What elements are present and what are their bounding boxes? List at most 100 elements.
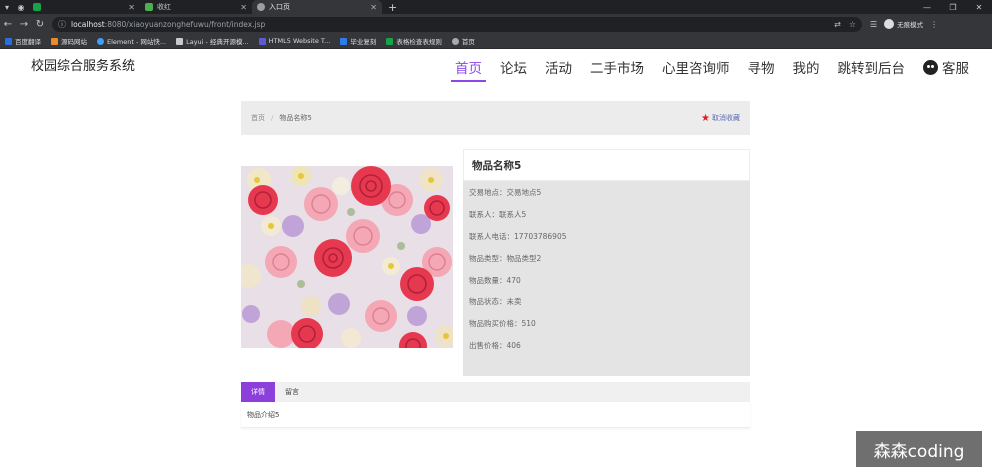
bookmark-item[interactable]: 百度翻译	[5, 36, 41, 46]
bookmark-favicon	[51, 37, 58, 45]
field-purchase-price: 物品购买价格：510	[469, 318, 536, 329]
close-tab-icon[interactable]: ✕	[240, 3, 247, 12]
main-nav: 首页 论坛 活动 二手市场 心里咨询师 寻物 我的 跳转到后台 客服	[451, 57, 987, 82]
tab-favicon	[33, 3, 41, 11]
breadcrumb-separator: /	[271, 114, 274, 122]
nav-item-home[interactable]: 首页	[451, 57, 486, 82]
field-value: 406	[506, 341, 521, 350]
browser-tab-2[interactable]: 收红 ✕	[140, 0, 252, 14]
field-value: 470	[506, 276, 521, 285]
bookmark-item[interactable]: Element - 网站快...	[97, 36, 166, 46]
item-name: 物品名称5	[463, 149, 750, 181]
field-label: 联系人：	[469, 210, 499, 219]
bookmark-star-icon[interactable]: ☆	[849, 20, 856, 29]
reload-icon[interactable]: ↻	[32, 19, 48, 30]
field-label: 联系人电话：	[469, 232, 514, 241]
bookmark-favicon	[258, 37, 266, 45]
nav-item-counselor[interactable]: 心里咨询师	[662, 57, 730, 77]
field-label: 物品类型：	[469, 254, 507, 263]
detail-content: 物品介绍5	[241, 402, 750, 428]
browser-toolbar: ← → ↻ ⓘ localhost:8080/xiaoyuanzonghefuw…	[0, 14, 992, 34]
bookmark-label: Layui - 经典开源模...	[186, 38, 249, 46]
close-window-icon[interactable]: ✕	[966, 3, 992, 12]
field-value: 物品类型2	[506, 254, 542, 263]
nav-item-admin[interactable]: 跳转到后台	[838, 57, 906, 77]
translate-icon[interactable]: ⇄	[834, 20, 841, 29]
bookmark-favicon	[5, 37, 12, 45]
field-label: 物品购买价格：	[469, 319, 522, 328]
field-sale-price: 出售价格：406	[469, 340, 521, 351]
field-contact: 联系人：联系人5	[469, 209, 526, 220]
field-value: 交易地点5	[506, 188, 542, 197]
bookmark-item[interactable]: HTML5 Website T...	[258, 37, 331, 45]
field-value: 未卖	[506, 297, 522, 306]
url-host: localhost	[71, 19, 105, 29]
tab-search-icon[interactable]: ▾	[0, 0, 14, 14]
field-quantity: 物品数量：470	[469, 275, 521, 286]
address-bar[interactable]: ⓘ localhost:8080/xiaoyuanzonghefuwu/fron…	[52, 16, 862, 32]
bookmark-item[interactable]: 源码网站	[51, 36, 87, 46]
customer-service-link[interactable]: 客服	[923, 57, 969, 77]
close-tab-icon[interactable]: ✕	[370, 3, 377, 12]
field-label: 物品状态：	[469, 297, 507, 306]
new-tab-icon[interactable]: +	[388, 1, 397, 14]
incognito-label: 无痕模式	[897, 21, 924, 29]
tab-comments[interactable]: 留言	[275, 382, 309, 402]
field-label: 交易地点：	[469, 188, 507, 197]
site-title: 校园综合服务系统	[31, 59, 136, 74]
item-image	[241, 166, 453, 348]
bookmark-favicon	[97, 37, 104, 45]
field-contact-phone: 联系人电话：17703786905	[469, 231, 567, 242]
item-info-panel: 物品名称5 交易地点：交易地点5 联系人：联系人5 联系人电话：17703786…	[463, 149, 750, 376]
window-controls: — ❐ ✕	[914, 3, 992, 12]
field-value: 510	[521, 319, 536, 328]
browser-tab-active[interactable]: 入口页 ✕	[252, 0, 382, 14]
nav-item-mine[interactable]: 我的	[793, 57, 820, 77]
chrome-icon: ◉	[17, 2, 25, 12]
reading-list-icon[interactable]: ☰	[870, 20, 877, 29]
flower-photo	[241, 166, 453, 348]
restore-icon[interactable]: ❐	[940, 3, 966, 12]
tab-favicon	[145, 3, 153, 11]
bookmark-label: 毕业复刻	[350, 38, 377, 46]
field-value: 17703786905	[514, 232, 567, 241]
field-label: 出售价格：	[469, 341, 507, 350]
nav-item-lost-found[interactable]: 寻物	[748, 57, 775, 77]
bookmark-favicon	[340, 37, 348, 45]
field-value: 联系人5	[499, 210, 527, 219]
more-menu-icon[interactable]: ⋮	[930, 20, 938, 29]
bookmark-item[interactable]: 表格检查表规则	[386, 36, 442, 46]
bookmark-favicon	[451, 37, 459, 45]
info-icon[interactable]: ⓘ	[58, 19, 66, 30]
back-icon[interactable]: ←	[0, 19, 16, 30]
incognito-indicator[interactable]: 无痕模式	[884, 19, 923, 29]
watermark: 森森coding	[856, 431, 982, 467]
nav-item-market[interactable]: 二手市场	[590, 57, 644, 77]
tab-favicon	[257, 3, 265, 11]
browser-tab-strip: ▾ ◉ ✕ 收红 ✕ 入口页 ✕ + — ❐ ✕	[0, 0, 992, 14]
nav-item-activity[interactable]: 活动	[545, 57, 572, 77]
breadcrumb-home[interactable]: 首页	[251, 113, 265, 123]
browser-tab-1[interactable]: ✕	[28, 0, 140, 14]
bookmark-label: Element - 网站快...	[107, 38, 167, 46]
close-tab-icon[interactable]: ✕	[128, 3, 135, 12]
customer-service-label: 客服	[942, 61, 969, 77]
bookmark-label: 首页	[461, 38, 475, 46]
bookmark-item[interactable]: 毕业复刻	[340, 36, 376, 46]
field-trade-location: 交易地点：交易地点5	[469, 187, 541, 198]
url-path: :8080/xiaoyuanzonghefuwu/front/index.jsp	[104, 19, 266, 29]
tab-detail[interactable]: 详情	[241, 382, 275, 402]
bookmark-item[interactable]: Layui - 经典开源模...	[176, 36, 249, 46]
forward-icon[interactable]: →	[16, 19, 32, 30]
tab-label: 收红	[157, 3, 171, 11]
nav-item-forum[interactable]: 论坛	[500, 57, 527, 77]
bookmarks-bar: 百度翻译 源码网站 Element - 网站快... Layui - 经典开源模…	[0, 34, 992, 49]
minimize-icon[interactable]: —	[914, 3, 940, 12]
unfavorite-button[interactable]: ★ 取消收藏	[701, 113, 740, 124]
detail-tabs: 详情 留言	[241, 382, 750, 402]
field-item-type: 物品类型：物品类型2	[469, 253, 541, 264]
field-label: 物品数量：	[469, 276, 507, 285]
field-status: 物品状态：未卖	[469, 296, 522, 307]
bookmark-label: HTML5 Website T...	[268, 37, 331, 45]
bookmark-item[interactable]: 首页	[451, 36, 475, 46]
